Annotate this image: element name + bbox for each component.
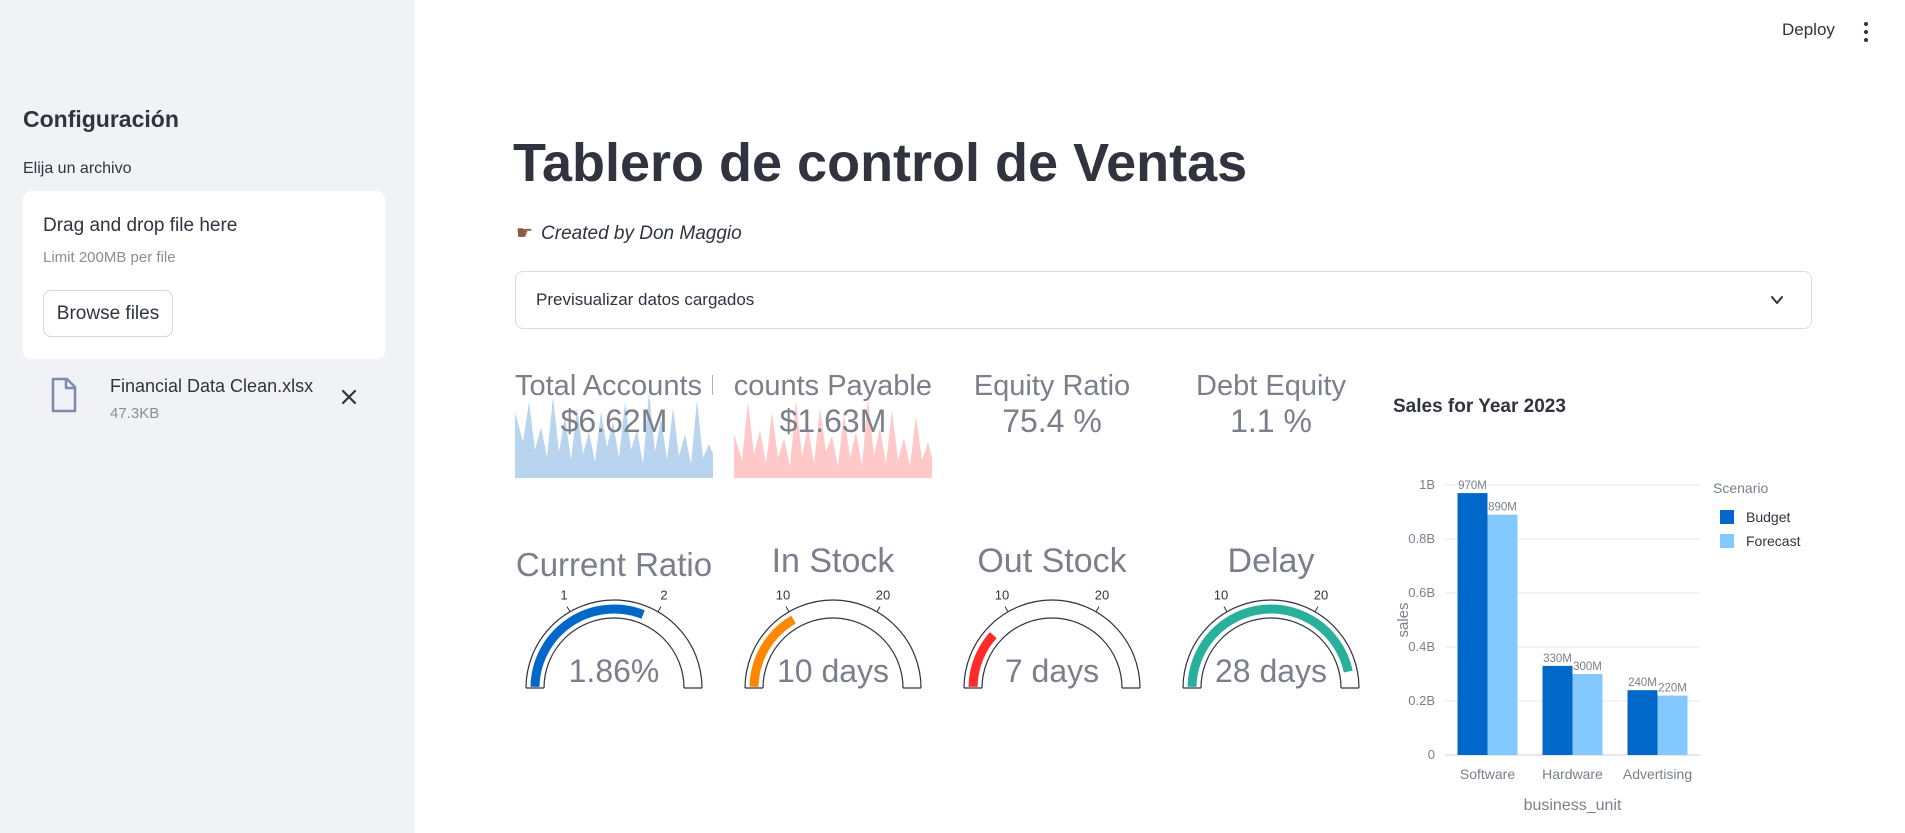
chevron-down-icon: [1771, 296, 1783, 304]
y-axis-label: sales: [1395, 602, 1412, 637]
gauge-tick: [1314, 606, 1319, 613]
gauge-title: Delay: [1227, 542, 1315, 580]
gauge-tick: [657, 606, 662, 613]
metric-equity-ratio: Equity Ratio 75.4 %: [953, 370, 1151, 440]
gauge-tick-label: 10: [1214, 590, 1228, 602]
metric-value: 75.4 %: [1002, 403, 1102, 439]
metric-title: Debt Equity: [1196, 370, 1346, 402]
legend-label: Forecast: [1746, 533, 1801, 549]
metric-title: Equity Ratio: [973, 370, 1131, 402]
y-tick-label: 0.8B: [1408, 531, 1435, 546]
dropzone-limit: Limit 200MB per file: [43, 249, 176, 266]
y-tick-label: 0.4B: [1408, 639, 1435, 654]
bar: [1542, 665, 1573, 755]
metric-accounts-receivable: Total Accounts Receivable $6.62M: [515, 370, 713, 440]
close-icon[interactable]: [341, 389, 357, 405]
gauge-title: Current Ratio: [515, 546, 713, 583]
gauge-tick: [1223, 606, 1228, 613]
sidebar-title: Configuración: [23, 106, 179, 132]
gauge-tick-label: 10: [776, 590, 790, 602]
gauge-tick-label: 1: [560, 590, 567, 602]
y-tick-label: 0.2B: [1408, 693, 1435, 708]
legend-swatch: [1720, 534, 1734, 548]
chart-title: Sales for Year 2023: [1393, 396, 1566, 417]
y-tick-label: 0.6B: [1408, 585, 1435, 600]
bar: [1657, 695, 1688, 755]
gauge-tick-label: 2: [660, 590, 667, 602]
y-tick-label: 1B: [1419, 477, 1435, 492]
bar-data-label: 970M: [1458, 480, 1487, 492]
file-name: Financial Data Clean.xlsx: [110, 376, 314, 396]
metric-title: Total Accounts Payable: [734, 370, 932, 402]
gauge-value: 1.86%: [568, 653, 660, 689]
gauge-tick: [876, 606, 881, 613]
sales-bar-chart: 0 0.2B 0.4B 0.6B 0.8B 1B 970M890M Software 330M3…: [1395, 477, 1801, 814]
gauge-tick: [785, 606, 790, 613]
gauge-tick-label: 20: [1314, 590, 1328, 602]
bar-data-label: 240M: [1628, 677, 1657, 689]
gauge-tick-label: 20: [1095, 590, 1109, 602]
pointing-hand-icon: ☛: [516, 223, 534, 244]
metric-value: 1.1 %: [1230, 403, 1312, 439]
gauge-tick-label: 20: [876, 590, 890, 602]
legend-label: Budget: [1746, 509, 1790, 525]
file-icon: [51, 377, 77, 413]
metric-debt-equity: Debt Equity 1.1 %: [1172, 370, 1370, 440]
gauge-title: Out Stock: [977, 542, 1127, 580]
file-size: 47.3KB: [110, 405, 160, 422]
dropzone-title: Drag and drop file here: [43, 215, 238, 236]
gauge-value: 7 days: [1004, 653, 1100, 689]
gauge-tick: [1095, 606, 1100, 613]
page-caption: ☛ Created by Don Maggio: [516, 222, 742, 245]
metric-value: $1.63M: [779, 403, 887, 439]
gauge-value: 10 days: [776, 653, 890, 689]
browse-files-button[interactable]: Browse files: [43, 290, 173, 337]
file-dropzone[interactable]: Drag and drop file here Limit 200MB per …: [23, 191, 385, 359]
metric-accounts-payable: Total Accounts Payable $1.63M: [734, 370, 932, 440]
page-title: Tablero de control de Ventas: [513, 133, 1248, 193]
bar: [1487, 514, 1518, 755]
bar-data-label: 330M: [1543, 653, 1572, 665]
data-preview-expander[interactable]: Previsualizar datos cargados: [515, 271, 1812, 329]
bar-data-label: 300M: [1573, 661, 1602, 673]
deploy-button[interactable]: Deploy: [1782, 20, 1835, 40]
file-uploader-label: Elija un archivo: [23, 160, 132, 177]
legend-swatch: [1720, 510, 1734, 524]
bar: [1457, 493, 1488, 755]
x-tick-label: Advertising: [1623, 766, 1692, 782]
gauge-tick: [1004, 606, 1009, 613]
y-tick-label: 0: [1428, 747, 1435, 762]
metric-title: Total Accounts Receivable: [515, 370, 713, 402]
bar: [1572, 674, 1603, 755]
expander-label: Previsualizar datos cargados: [536, 290, 755, 309]
gauge-title: In Stock: [771, 542, 895, 580]
gauge-tick: [566, 606, 571, 613]
x-axis-label: business_unit: [1524, 797, 1622, 814]
sidebar: Configuración Elija un archivo Drag and …: [0, 0, 415, 833]
x-tick-label: Software: [1460, 766, 1515, 782]
gauge-value: 28 days: [1214, 653, 1328, 689]
bar: [1627, 690, 1658, 755]
x-tick-label: Hardware: [1542, 766, 1603, 782]
metric-value: $6.62M: [560, 403, 668, 439]
legend-title: Scenario: [1713, 480, 1768, 496]
gauge-tick-label: 10: [995, 590, 1009, 602]
uploaded-file-item: Financial Data Clean.xlsx 47.3KB: [50, 375, 370, 425]
bar-data-label: 220M: [1658, 683, 1687, 695]
main-menu-icon[interactable]: [1862, 22, 1870, 44]
caption-text: Created by Don Maggio: [541, 223, 742, 244]
bar-data-label: 890M: [1488, 502, 1517, 514]
